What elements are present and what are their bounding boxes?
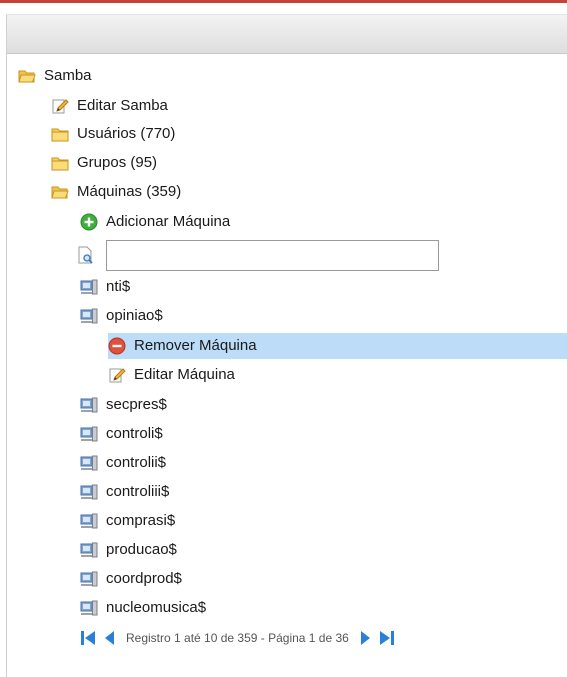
folder-icon xyxy=(51,125,69,143)
tree-node-label: Grupos (95) xyxy=(77,154,158,171)
tree-node-users[interactable]: Usuários (770) xyxy=(51,121,175,147)
machine-item[interactable]: coordprod$ xyxy=(80,566,182,592)
next-page-icon[interactable] xyxy=(357,629,373,647)
remove-icon xyxy=(108,337,126,355)
top-accent-bar xyxy=(0,0,567,14)
computer-icon xyxy=(80,425,98,443)
last-page-icon[interactable] xyxy=(379,629,395,647)
previous-page-icon[interactable] xyxy=(102,629,118,647)
machine-item[interactable]: producao$ xyxy=(80,537,177,563)
remove-machine-link[interactable]: Remover Máquina xyxy=(108,333,567,359)
panel-header xyxy=(6,14,567,54)
tree-node-label: nucleomusica$ xyxy=(106,599,207,616)
machine-item[interactable]: opiniao$ xyxy=(80,303,163,329)
add-machine-link[interactable]: Adicionar Máquina xyxy=(80,209,230,235)
search-document-icon xyxy=(76,246,94,264)
tree-node-label: producao$ xyxy=(106,541,177,558)
computer-icon xyxy=(80,396,98,414)
tree-node-label: controliii$ xyxy=(106,483,170,500)
tree-node-label: Usuários (770) xyxy=(77,125,176,142)
computer-icon xyxy=(80,512,98,530)
machine-item[interactable]: controli$ xyxy=(80,421,163,447)
tree-node-label: Editar Samba xyxy=(77,97,168,114)
tree-node-machines[interactable]: Máquinas (359) xyxy=(51,179,181,205)
pagination-text: Registro 1 até 10 de 359 - Página 1 de 3… xyxy=(126,631,349,645)
folder-open-icon xyxy=(18,67,36,85)
tree-node-label: Editar Máquina xyxy=(134,366,235,383)
machine-item[interactable]: comprasi$ xyxy=(80,508,175,534)
computer-icon xyxy=(80,570,98,588)
computer-icon xyxy=(80,454,98,472)
machine-item[interactable]: secpres$ xyxy=(80,392,167,418)
tree-node-label: Samba xyxy=(44,67,92,84)
edit-samba-link[interactable]: Editar Samba xyxy=(51,93,168,119)
tree-node-label: opiniao$ xyxy=(106,307,163,324)
tree-node-label: controlii$ xyxy=(106,454,167,471)
computer-icon xyxy=(80,307,98,325)
computer-icon xyxy=(80,541,98,559)
tree-node-label: secpres$ xyxy=(106,396,167,413)
add-icon xyxy=(80,213,98,231)
computer-icon xyxy=(80,483,98,501)
folder-icon xyxy=(51,154,69,172)
tree-node-label: comprasi$ xyxy=(106,512,176,529)
machine-item[interactable]: controliii$ xyxy=(80,479,169,505)
pencil-icon xyxy=(51,97,69,115)
machine-item[interactable]: nucleomusica$ xyxy=(80,595,206,621)
machine-search-input[interactable] xyxy=(106,239,439,271)
tree-node-groups[interactable]: Grupos (95) xyxy=(51,150,157,176)
tree-node-label: coordprod$ xyxy=(106,570,182,587)
first-page-icon[interactable] xyxy=(80,629,96,647)
tree-node-samba[interactable]: Samba xyxy=(18,63,92,89)
pagination: Registro 1 até 10 de 359 - Página 1 de 3… xyxy=(80,627,395,649)
tree-node-label: controli$ xyxy=(106,425,163,442)
machine-item[interactable]: nti$ xyxy=(80,274,130,300)
computer-icon xyxy=(80,599,98,617)
edit-machine-link[interactable]: Editar Máquina xyxy=(108,362,235,388)
tree-node-label: Remover Máquina xyxy=(134,337,257,354)
tree-node-label: Adicionar Máquina xyxy=(106,213,231,230)
pencil-icon xyxy=(108,366,126,384)
machine-item[interactable]: controlii$ xyxy=(80,450,166,476)
machine-search-row xyxy=(76,238,439,272)
folder-open-icon xyxy=(51,183,69,201)
tree-node-label: Máquinas (359) xyxy=(77,183,182,200)
tree-node-label: nti$ xyxy=(106,278,131,295)
computer-icon xyxy=(80,278,98,296)
